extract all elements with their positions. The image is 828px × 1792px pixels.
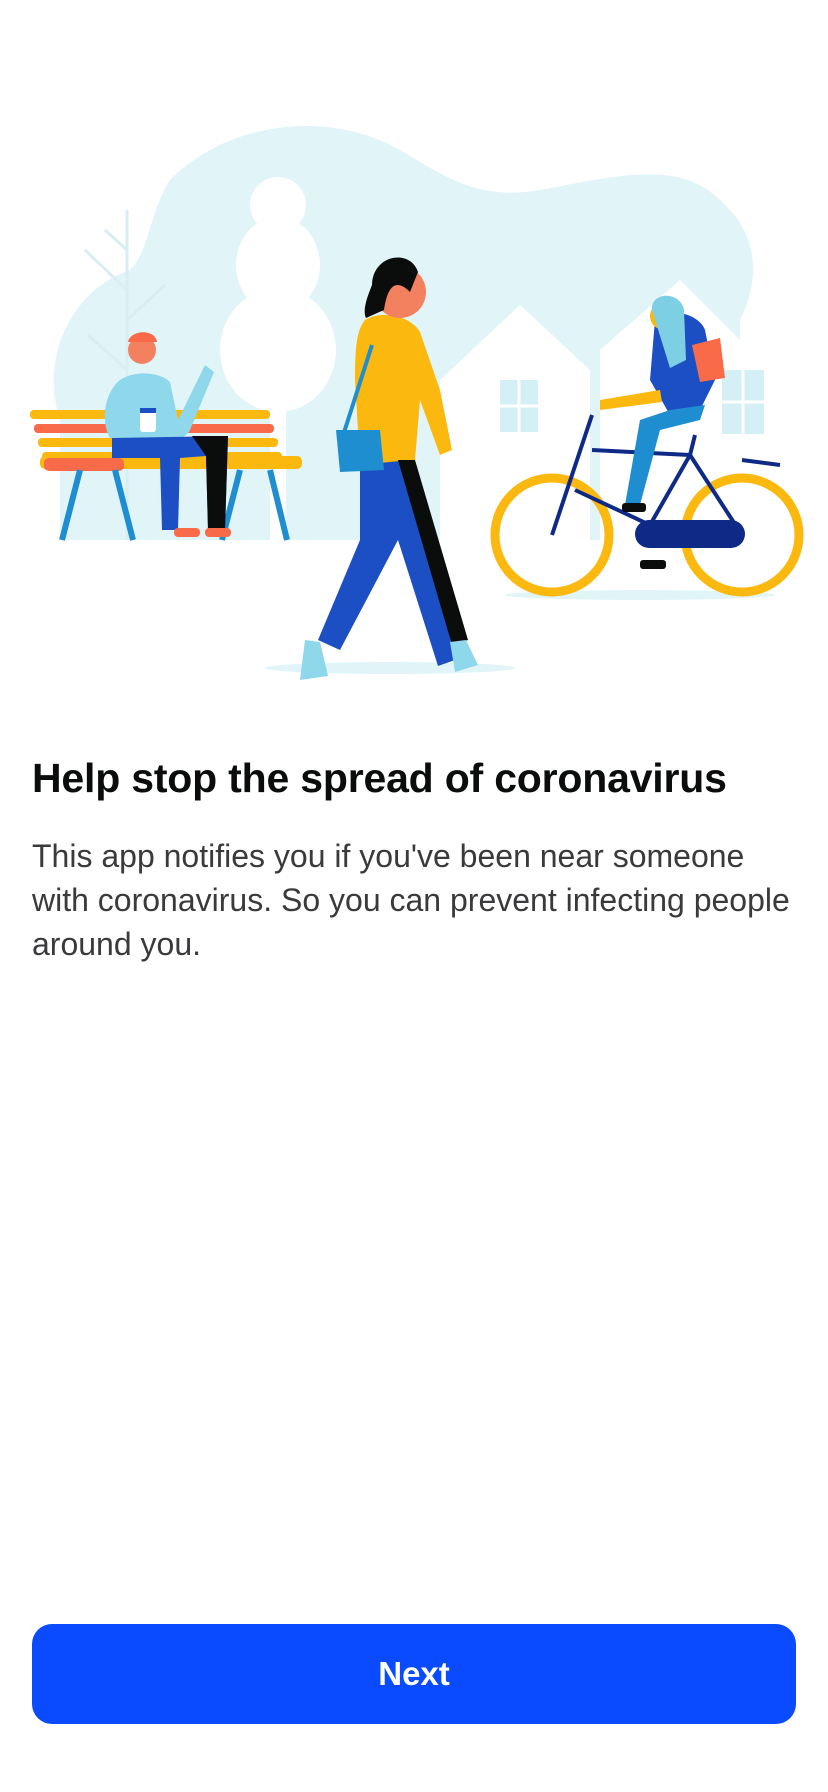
description-text: This app notifies you if you've been nea… [32, 838, 790, 962]
page-title: Help stop the spread of coronavirus [32, 755, 727, 801]
next-button[interactable]: Next [32, 1624, 796, 1724]
people-in-park-illustration [30, 126, 804, 680]
